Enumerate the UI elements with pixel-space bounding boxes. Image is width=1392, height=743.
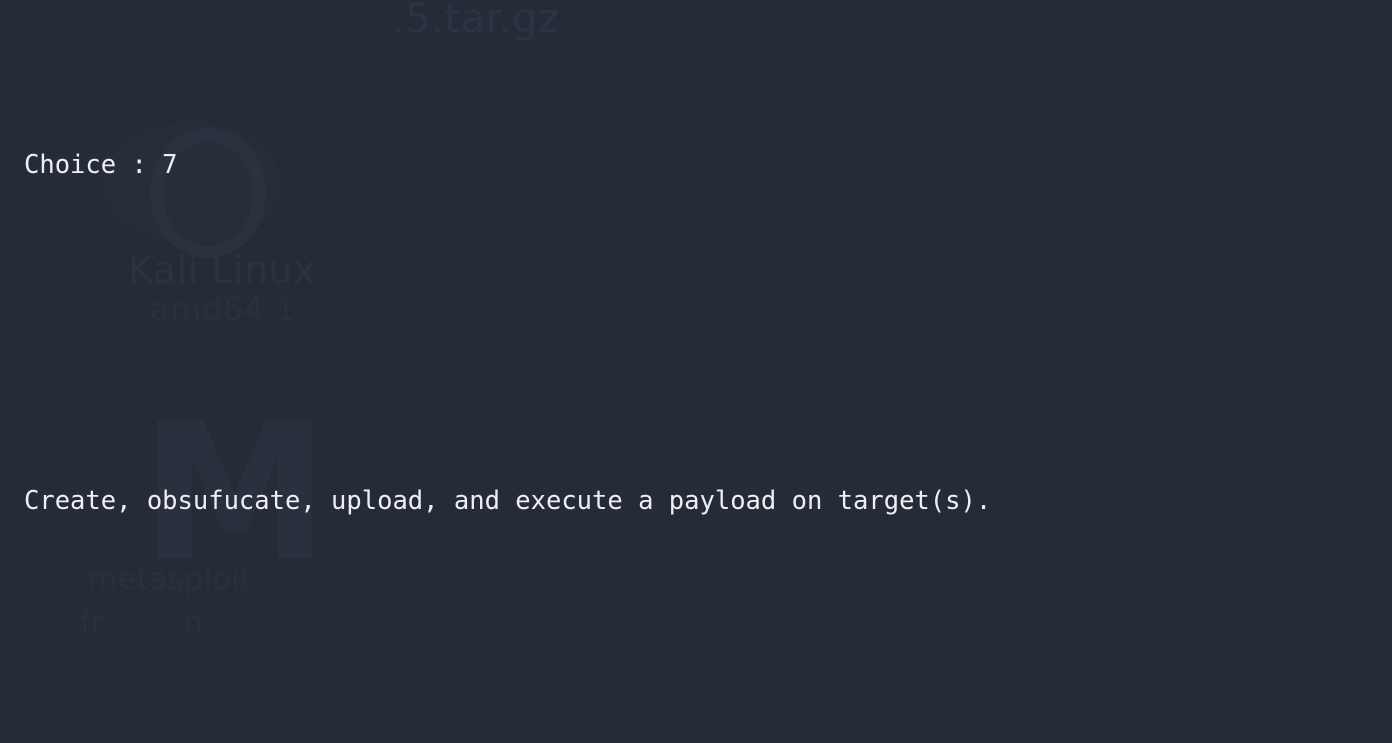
module-description: Create, obsufucate, upload, and execute … <box>24 486 992 516</box>
choice-line: Choice : 7 <box>24 144 1392 186</box>
choice-value: 7 <box>162 150 178 180</box>
console-output[interactable]: Choice : 7 Create, obsufucate, upload, a… <box>0 0 1392 743</box>
choice-label: Choice : <box>24 150 163 180</box>
terminal-window: M .5.tar.gz Kali Linux amd64 1 metasploi… <box>0 0 1392 743</box>
